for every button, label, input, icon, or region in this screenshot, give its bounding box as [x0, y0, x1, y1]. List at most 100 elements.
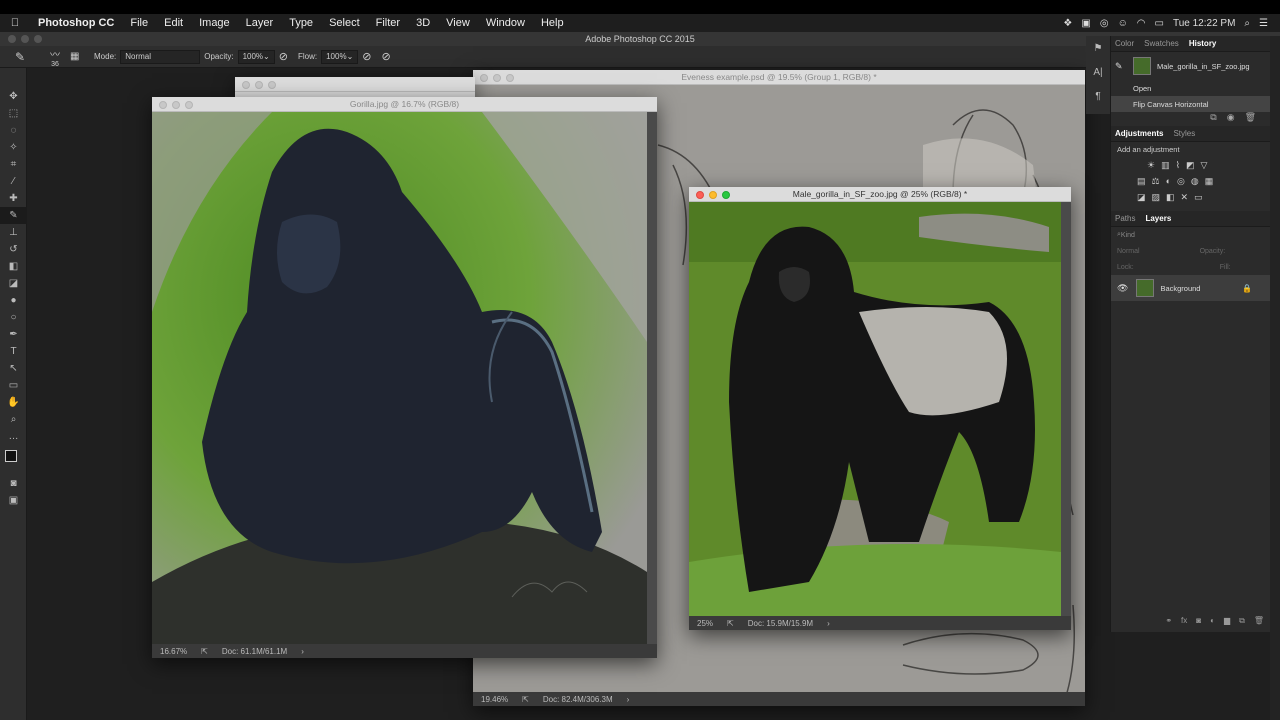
status-arrow-icon[interactable]: ›	[827, 619, 830, 628]
export-icon[interactable]: ⇱	[727, 619, 734, 628]
color-balance-icon[interactable]: ⚖	[1152, 176, 1160, 187]
eraser-tool-icon[interactable]: ◧	[0, 258, 27, 275]
more-tools-icon[interactable]: …	[0, 428, 27, 445]
tab-history[interactable]: History	[1189, 39, 1217, 48]
opacity-field[interactable]: 100% ⌄	[237, 49, 275, 64]
hand-tool-icon[interactable]: ✋	[0, 394, 27, 411]
gorilla-painting-canvas[interactable]	[152, 112, 647, 644]
window-controls[interactable]	[159, 101, 193, 109]
history-item[interactable]: Flip Canvas Horizontal	[1111, 96, 1270, 112]
screen-icon[interactable]: ▣	[1081, 18, 1090, 29]
photo-filter-icon[interactable]: ◎	[1177, 176, 1185, 187]
gradient-tool-icon[interactable]: ◪	[0, 275, 27, 292]
dodge-tool-icon[interactable]: ○	[0, 309, 27, 326]
flow-field[interactable]: 100% ⌄	[321, 49, 359, 64]
mask-icon[interactable]: ◙	[1196, 616, 1201, 626]
document-window-male-gorilla[interactable]: Male_gorilla_in_SF_zoo.jpg @ 25% (RGB/8)…	[689, 187, 1071, 630]
window-titlebar[interactable]	[235, 77, 475, 92]
trash-icon[interactable]: 🗑	[1245, 112, 1256, 126]
menu-image[interactable]: Image	[191, 17, 238, 29]
healing-tool-icon[interactable]: ✚	[0, 190, 27, 207]
selective-color-icon[interactable]: ✕	[1181, 192, 1189, 203]
history-brush-tool-icon[interactable]: ↺	[0, 241, 27, 258]
menu-filter[interactable]: Filter	[368, 17, 408, 29]
dropbox-icon[interactable]: ❖	[1063, 18, 1072, 29]
tab-paths[interactable]: Paths	[1115, 214, 1135, 223]
posterize-icon[interactable]: ▨	[1152, 192, 1161, 203]
menu-window[interactable]: Window	[478, 17, 533, 29]
new-layer-icon[interactable]: ⧉	[1239, 616, 1245, 626]
camera-icon[interactable]: ◉	[1227, 112, 1235, 126]
brush-tool-icon[interactable]: ✎	[0, 50, 40, 64]
brush-tool-icon[interactable]: ✎	[0, 207, 27, 224]
status-arrow-icon[interactable]: ›	[627, 695, 630, 704]
layer-row[interactable]: 👁 Background 🔒	[1111, 275, 1270, 301]
menu-3d[interactable]: 3D	[408, 17, 438, 29]
exposure-icon[interactable]: ◩	[1186, 160, 1195, 171]
character-panel-icon[interactable]: A|	[1086, 60, 1110, 84]
search-icon[interactable]: ⌕	[1244, 18, 1250, 29]
tab-styles[interactable]: Styles	[1173, 129, 1195, 138]
export-icon[interactable]: ⇱	[201, 647, 208, 656]
rectangle-tool-icon[interactable]: ▭	[0, 377, 27, 394]
pen-tool-icon[interactable]: ✒	[0, 326, 27, 343]
menu-help[interactable]: Help	[533, 17, 572, 29]
history-snapshot[interactable]: ✎ Male_gorilla_in_SF_zoo.jpg	[1111, 52, 1270, 80]
menu-edit[interactable]: Edit	[156, 17, 191, 29]
pressure-size-icon[interactable]: ⊘	[381, 50, 390, 63]
zoom-tool-icon[interactable]: ⌕	[0, 411, 27, 428]
window-controls[interactable]	[242, 81, 276, 89]
user-icon[interactable]: ☺	[1118, 18, 1128, 29]
brightness-icon[interactable]: ☀	[1147, 160, 1155, 171]
blend-mode-select[interactable]: Normal	[1117, 248, 1140, 255]
brush-panel-icon[interactable]: ▦	[70, 51, 94, 62]
gradient-map-icon[interactable]: ▭	[1194, 192, 1203, 203]
notifications-icon[interactable]: ☰	[1259, 18, 1268, 29]
document-window-gorilla[interactable]: Gorilla.jpg @ 16.7% (RGB/8) 16.67% ⇱ Doc…	[152, 97, 657, 658]
battery-icon[interactable]: ▭	[1155, 18, 1164, 29]
layer-kind-filter[interactable]: ⌕ Kind	[1111, 227, 1270, 243]
visibility-eye-icon[interactable]: 👁	[1117, 283, 1128, 294]
blur-tool-icon[interactable]: ●	[0, 292, 27, 309]
hue-saturation-icon[interactable]: ▤	[1137, 176, 1146, 187]
window-controls[interactable]	[696, 191, 730, 199]
quick-select-tool-icon[interactable]: ✧	[0, 139, 27, 156]
history-panel-icon[interactable]: ⚑	[1086, 36, 1110, 60]
tab-color[interactable]: Color	[1115, 39, 1134, 48]
threshold-icon[interactable]: ◧	[1166, 192, 1175, 203]
window-titlebar[interactable]: Gorilla.jpg @ 16.7% (RGB/8)	[152, 97, 657, 112]
black-white-icon[interactable]: ◐	[1166, 176, 1171, 186]
quick-mask-icon[interactable]: ◙	[0, 475, 27, 492]
vibrance-icon[interactable]: ▽	[1201, 160, 1208, 171]
levels-icon[interactable]: ▥	[1161, 160, 1170, 171]
menu-type[interactable]: Type	[281, 17, 321, 29]
tab-adjustments[interactable]: Adjustments	[1115, 129, 1163, 138]
crop-tool-icon[interactable]: ⌗	[0, 156, 27, 173]
paragraph-panel-icon[interactable]: ¶	[1086, 84, 1110, 108]
zoom-level[interactable]: 25%	[697, 619, 713, 628]
document-window-hidden[interactable]	[235, 77, 475, 97]
clock-text[interactable]: Tue 12:22 PM	[1173, 18, 1235, 29]
menu-photoshop[interactable]: Photoshop CC	[30, 17, 122, 29]
zoom-level[interactable]: 19.46%	[481, 695, 508, 704]
marquee-tool-icon[interactable]: ⬚	[0, 105, 27, 122]
channel-mixer-icon[interactable]: ◍	[1191, 176, 1199, 187]
fx-icon[interactable]: fx	[1181, 616, 1187, 626]
window-titlebar[interactable]: Eveness example.psd @ 19.5% (Group 1, RG…	[473, 70, 1085, 85]
type-tool-icon[interactable]: T	[0, 343, 27, 360]
move-tool-icon[interactable]: ✥	[0, 88, 27, 105]
menu-select[interactable]: Select	[321, 17, 368, 29]
lasso-tool-icon[interactable]: ◌	[0, 122, 27, 139]
app-window-controls[interactable]	[8, 35, 42, 43]
gorilla-photo-canvas[interactable]	[689, 202, 1061, 616]
pressure-opacity-icon[interactable]: ⊘	[279, 50, 288, 63]
delete-layer-icon[interactable]: 🗑	[1254, 616, 1264, 626]
airbrush-icon[interactable]: ⊘	[362, 50, 371, 63]
tab-swatches[interactable]: Swatches	[1144, 39, 1179, 48]
eyedropper-tool-icon[interactable]: ⁄	[0, 173, 27, 190]
color-swatches[interactable]	[0, 445, 27, 475]
zoom-level[interactable]: 16.67%	[160, 647, 187, 656]
stamp-tool-icon[interactable]: ⊥	[0, 224, 27, 241]
menu-file[interactable]: File	[122, 17, 156, 29]
screen-mode-icon[interactable]: ▣	[0, 492, 27, 509]
